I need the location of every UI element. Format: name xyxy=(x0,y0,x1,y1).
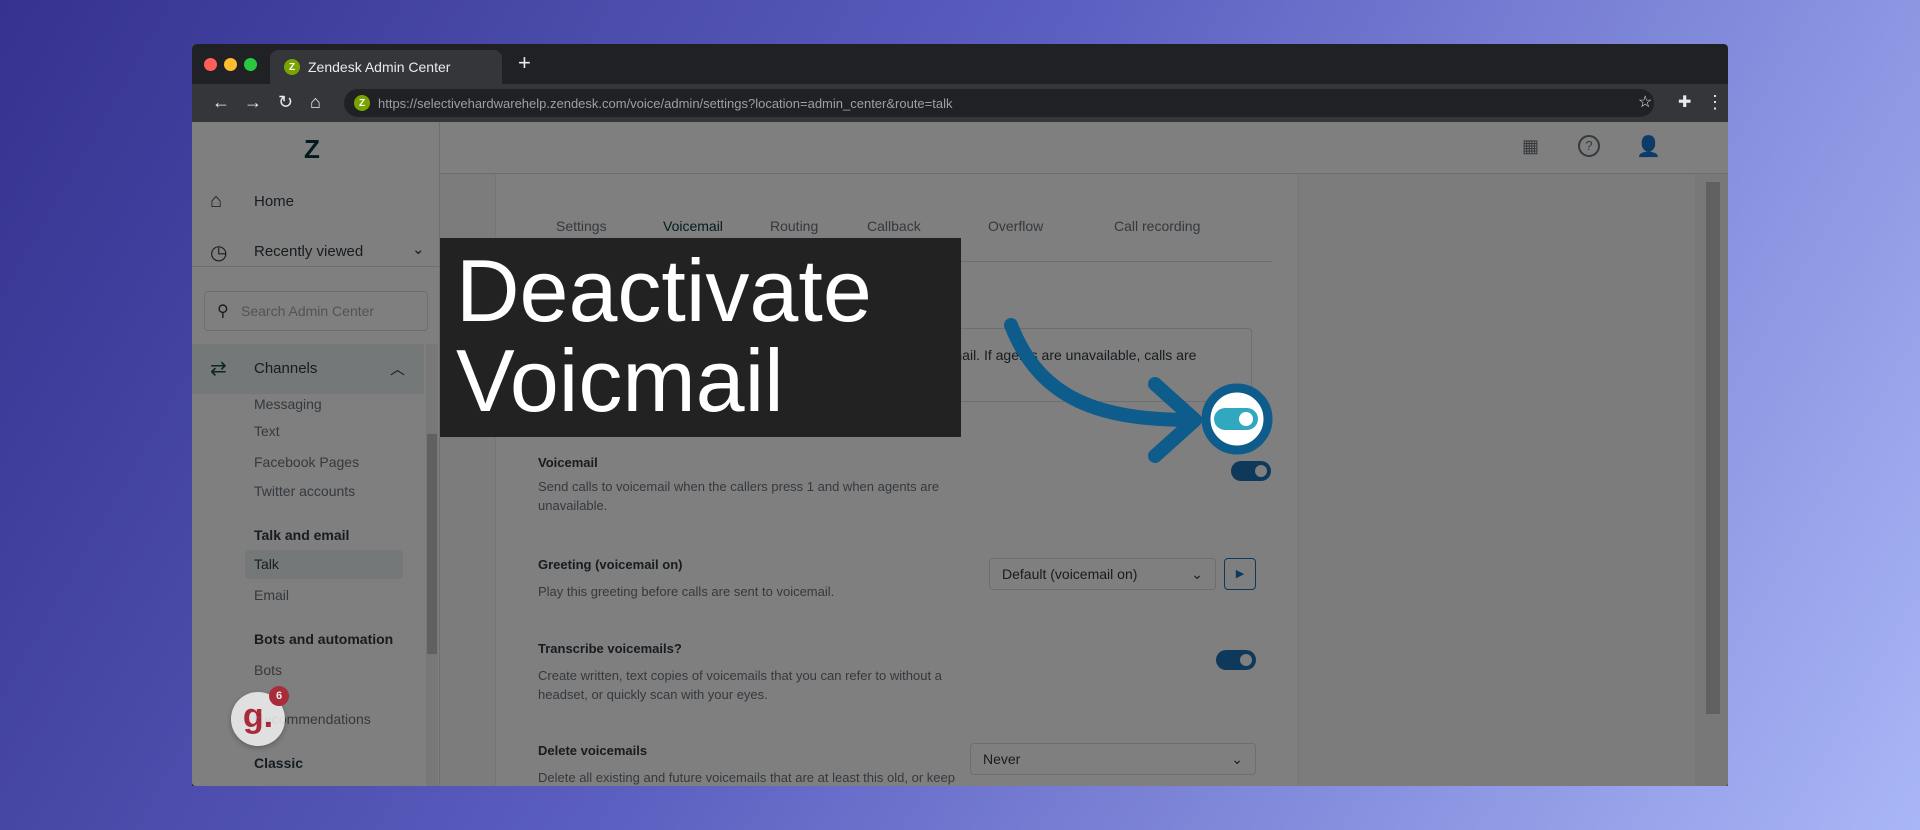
callout-arrow-layer xyxy=(1004,318,1273,463)
notification-badge: 6 xyxy=(269,686,289,706)
curved-arrow-icon xyxy=(1004,318,1199,427)
g-widget-button[interactable]: g. 6 xyxy=(231,686,289,746)
g-logo: g. xyxy=(242,697,274,735)
toggle-knob xyxy=(1239,412,1253,426)
